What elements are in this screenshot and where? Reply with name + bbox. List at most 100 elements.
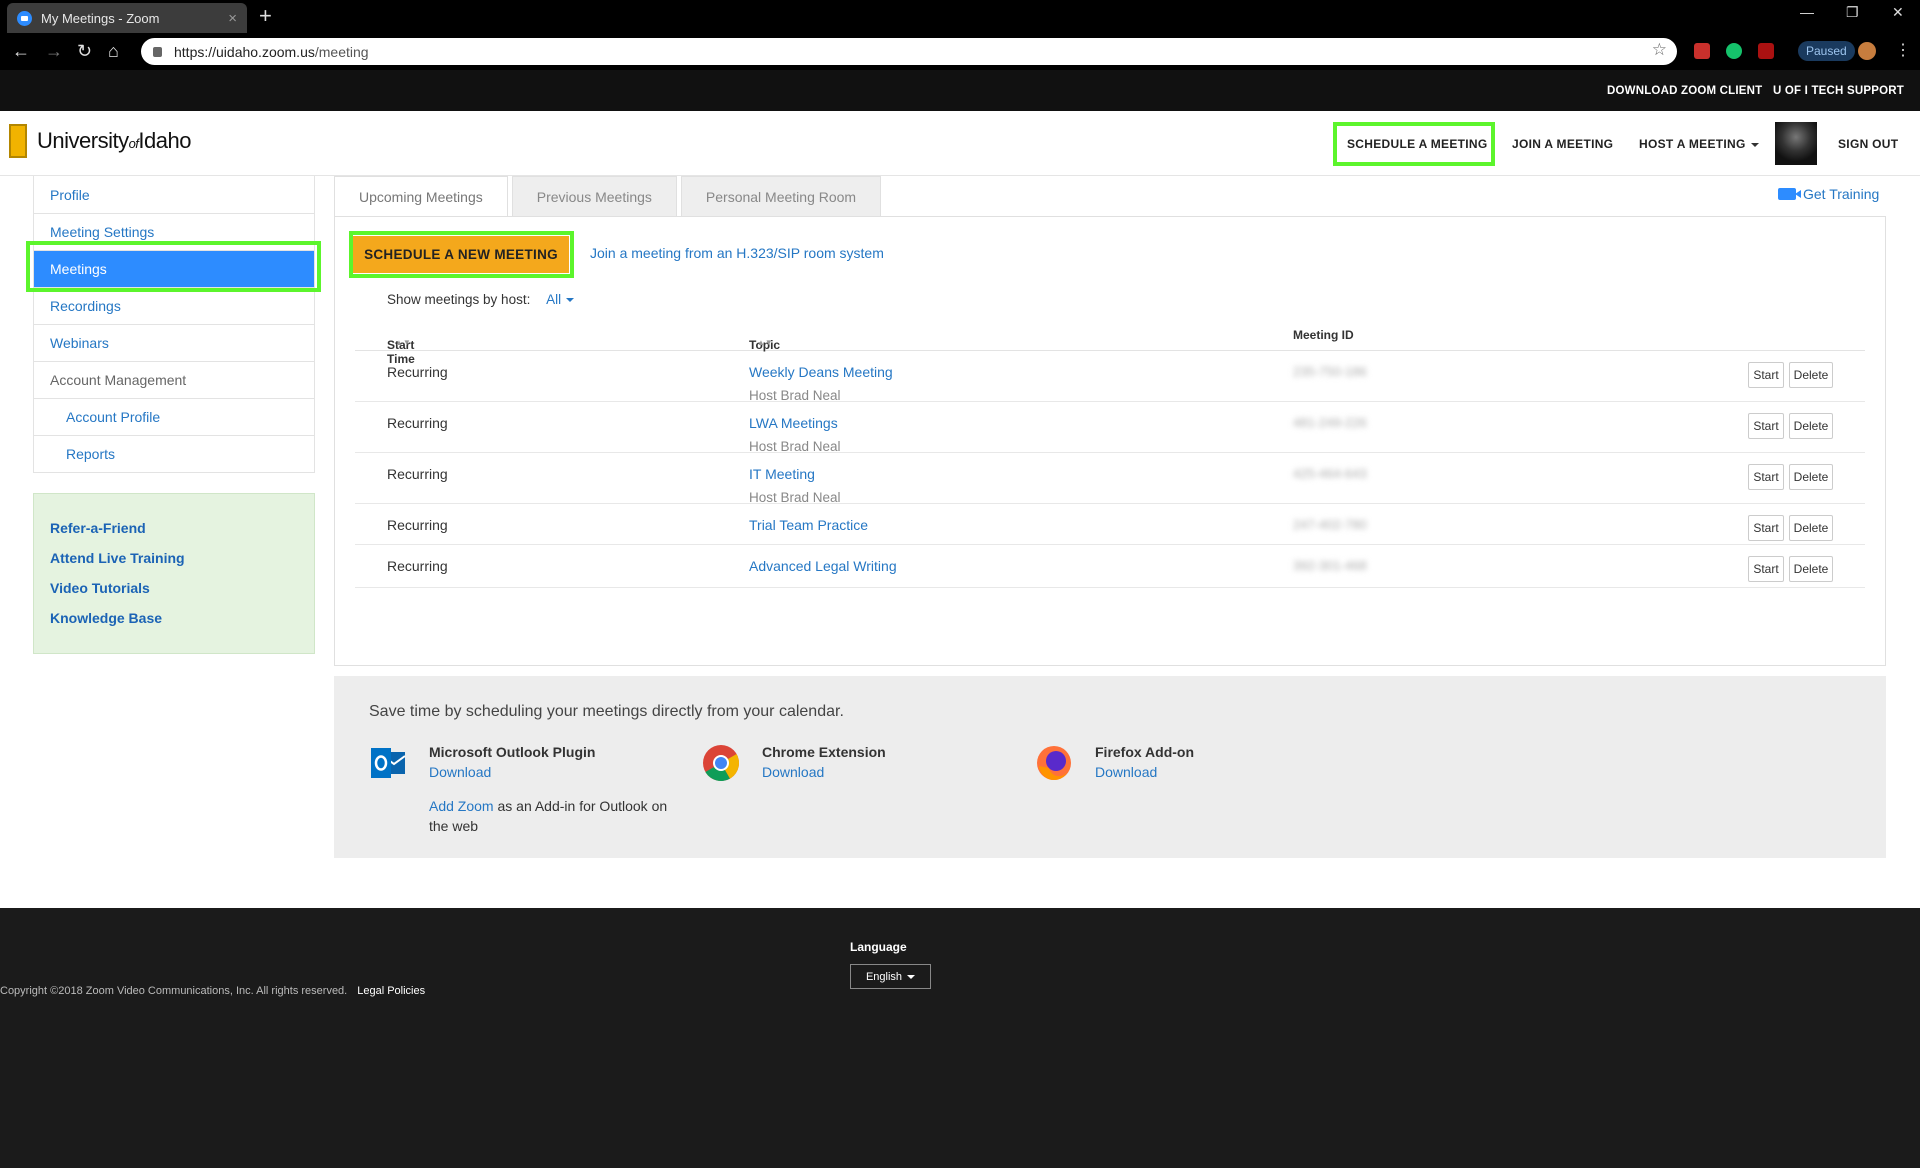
- zoom-favicon-icon: [17, 10, 32, 26]
- bookmark-star-icon[interactable]: ☆: [1652, 40, 1667, 60]
- home-icon[interactable]: ⌂: [108, 39, 119, 63]
- start-button[interactable]: Start: [1748, 413, 1784, 439]
- tab-previous-meetings[interactable]: Previous Meetings: [511, 176, 677, 217]
- logo-text: UniversityofIdaho: [37, 128, 191, 153]
- host-meeting-link[interactable]: HOST A MEETING: [1639, 137, 1759, 151]
- start-button[interactable]: Start: [1748, 464, 1784, 490]
- column-meeting-id: Meeting ID: [1293, 328, 1354, 342]
- row-start-time: Recurring: [387, 558, 448, 574]
- restore-icon[interactable]: ❐: [1846, 4, 1859, 21]
- start-button[interactable]: Start: [1748, 515, 1784, 541]
- tech-support-link[interactable]: U OF I TECH SUPPORT: [1773, 85, 1904, 97]
- chrome-download-link[interactable]: Download: [762, 764, 824, 780]
- join-sip-link[interactable]: Join a meeting from an H.323/SIP room sy…: [590, 245, 884, 261]
- tab-personal-meeting-room[interactable]: Personal Meeting Room: [680, 176, 882, 217]
- legal-policies-link[interactable]: Legal Policies: [357, 985, 425, 997]
- paused-sync-badge[interactable]: Paused: [1798, 41, 1855, 61]
- table-row: Recurring IT Meeting Host Brad Neal 425-…: [355, 454, 1865, 505]
- university-logo[interactable]: UniversityofIdaho: [9, 124, 191, 158]
- row-start-time: Recurring: [387, 415, 448, 431]
- chrome-extension-name: Chrome Extension: [762, 744, 886, 760]
- delete-button[interactable]: Delete: [1789, 464, 1833, 490]
- delete-button[interactable]: Delete: [1789, 556, 1833, 582]
- pdf-extension-icon[interactable]: [1694, 43, 1710, 59]
- join-meeting-link[interactable]: JOIN A MEETING: [1512, 137, 1613, 151]
- row-topic-link[interactable]: Advanced Legal Writing: [749, 558, 897, 574]
- language-select[interactable]: English: [850, 964, 931, 989]
- chrome-icon: [703, 745, 740, 782]
- table-row: Recurring Advanced Legal Writing 392-301…: [355, 546, 1865, 588]
- delete-button[interactable]: Delete: [1789, 362, 1833, 388]
- grammarly-extension-icon[interactable]: [1726, 43, 1742, 59]
- forward-icon[interactable]: →: [45, 39, 63, 63]
- reload-icon[interactable]: ↻: [77, 39, 92, 63]
- browser-tab[interactable]: My Meetings - Zoom ×: [7, 3, 247, 33]
- language-label: Language: [850, 940, 907, 954]
- outlook-download-link[interactable]: Download: [429, 764, 491, 780]
- back-icon[interactable]: ←: [12, 39, 30, 63]
- meeting-tabs: Upcoming Meetings Previous Meetings Pers…: [334, 176, 885, 217]
- ublock-extension-icon[interactable]: [1758, 43, 1774, 59]
- row-topic-link[interactable]: Weekly Deans Meeting: [749, 364, 893, 380]
- calendar-heading: Save time by scheduling your meetings di…: [369, 703, 844, 720]
- address-bar[interactable]: https://uidaho.zoom.us/meeting ☆: [141, 38, 1677, 65]
- row-host: Host Brad Neal: [749, 388, 841, 403]
- refer-a-friend-link[interactable]: Refer-a-Friend: [50, 516, 298, 546]
- knowledge-base-link[interactable]: Knowledge Base: [50, 606, 298, 636]
- minimize-icon[interactable]: —: [1800, 4, 1814, 20]
- row-meeting-id: 247-402-780: [1293, 517, 1367, 532]
- row-meeting-id: 425-464-643: [1293, 466, 1367, 481]
- user-avatar[interactable]: [1775, 122, 1817, 165]
- attend-live-training-link[interactable]: Attend Live Training: [50, 546, 298, 576]
- row-start-time: Recurring: [387, 364, 448, 380]
- row-host: Host Brad Neal: [749, 439, 841, 454]
- sidebar-item-recordings[interactable]: Recordings: [34, 287, 314, 324]
- delete-button[interactable]: Delete: [1789, 413, 1833, 439]
- delete-button[interactable]: Delete: [1789, 515, 1833, 541]
- window-close-icon[interactable]: ✕: [1892, 4, 1904, 21]
- start-button[interactable]: Start: [1748, 362, 1784, 388]
- schedule-meeting-link[interactable]: SCHEDULE A MEETING: [1347, 137, 1488, 151]
- row-topic-link[interactable]: Trial Team Practice: [749, 517, 868, 533]
- language-value: English: [865, 970, 903, 983]
- download-zoom-client-link[interactable]: DOWNLOAD ZOOM CLIENT: [1607, 85, 1762, 97]
- row-topic-link[interactable]: IT Meeting: [749, 466, 815, 482]
- row-meeting-id: 481-249-226: [1293, 415, 1367, 430]
- host-filter-dropdown[interactable]: All: [546, 292, 575, 307]
- get-training-label: Get Training: [1803, 186, 1880, 202]
- logo-mark-icon: [9, 124, 27, 158]
- chevron-down-icon: [566, 298, 575, 303]
- start-button[interactable]: Start: [1748, 556, 1784, 582]
- row-topic-link[interactable]: LWA Meetings: [749, 415, 838, 431]
- sort-icon: ▲▼: [395, 338, 411, 347]
- host-meeting-label: HOST A MEETING: [1639, 137, 1746, 151]
- schedule-new-meeting-button[interactable]: SCHEDULE A NEW MEETING: [353, 236, 569, 273]
- video-tutorials-link[interactable]: Video Tutorials: [50, 576, 298, 606]
- sort-icon: ▲▼: [757, 338, 773, 347]
- sidebar-item-reports[interactable]: Reports: [34, 435, 314, 472]
- profile-avatar-icon[interactable]: [1858, 42, 1876, 60]
- row-start-time: Recurring: [387, 517, 448, 533]
- sidebar-item-account-profile[interactable]: Account Profile: [34, 398, 314, 435]
- firefox-download-link[interactable]: Download: [1095, 764, 1157, 780]
- copyright-text: Copyright ©2018 Zoom Video Communication…: [0, 985, 425, 997]
- tab-close-icon[interactable]: ×: [228, 10, 237, 27]
- video-camera-icon: [1778, 188, 1801, 200]
- main-content: Profile Meeting Settings Meetings Record…: [0, 176, 1920, 908]
- get-training-link[interactable]: Get Training: [1778, 186, 1879, 202]
- tab-upcoming-meetings[interactable]: Upcoming Meetings: [334, 176, 508, 217]
- table-row: Recurring LWA Meetings Host Brad Neal 48…: [355, 403, 1865, 454]
- row-meeting-id: 235-750-186: [1293, 364, 1367, 379]
- sign-out-link[interactable]: SIGN OUT: [1838, 137, 1898, 151]
- browser-menu-icon[interactable]: ⋮: [1895, 40, 1911, 60]
- new-tab-icon[interactable]: +: [259, 4, 272, 28]
- site-footer: Language English Copyright ©2018 Zoom Vi…: [0, 908, 1920, 1168]
- url-path: /meeting: [314, 43, 369, 60]
- add-zoom-link[interactable]: Add Zoom: [429, 798, 494, 814]
- sidebar-item-account-management: Account Management: [34, 361, 314, 398]
- table-header: Start Time ▲▼ Topic ▲▼ Meeting ID: [355, 318, 1865, 366]
- sidebar-item-webinars[interactable]: Webinars: [34, 324, 314, 361]
- sidebar-item-profile[interactable]: Profile: [34, 176, 314, 213]
- browser-tabbar: My Meetings - Zoom × + — ❐ ✕: [0, 0, 1920, 33]
- row-meeting-id: 392-301-468: [1293, 558, 1367, 573]
